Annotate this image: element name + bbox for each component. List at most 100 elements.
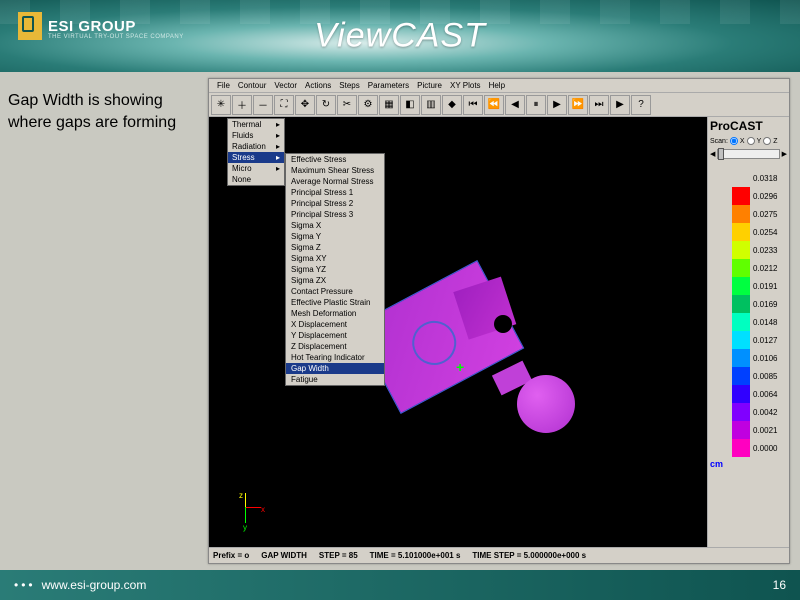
fence-button[interactable]: ▥: [421, 95, 441, 115]
menu-parameters[interactable]: Parameters: [364, 81, 413, 90]
zoom-out-button[interactable]: －: [253, 95, 273, 115]
legend-swatch: [732, 403, 750, 421]
color-button[interactable]: ◆: [442, 95, 462, 115]
legend-row: 0.0296: [710, 187, 787, 205]
part-hole-1: [494, 315, 512, 333]
scan-x-radio[interactable]: [730, 137, 738, 145]
menu-actions[interactable]: Actions: [301, 81, 335, 90]
submenu2-mesh-deformation[interactable]: Mesh Deformation: [286, 308, 384, 319]
menubar[interactable]: FileContourVectorActionsStepsParametersP…: [209, 79, 789, 93]
legend-value: 0.0000: [753, 444, 787, 453]
legend-row: 0.0042: [710, 403, 787, 421]
menu-steps[interactable]: Steps: [335, 81, 363, 90]
scan-z-radio[interactable]: [763, 137, 771, 145]
slider-right-icon[interactable]: ▶: [782, 150, 787, 158]
part-ball: [517, 375, 575, 433]
last-button[interactable]: ⏭: [589, 95, 609, 115]
zoom-in-button[interactable]: ＋: [232, 95, 252, 115]
submenu2-hot-tearing-indicator[interactable]: Hot Tearing Indicator: [286, 352, 384, 363]
clip-button[interactable]: ✂: [337, 95, 357, 115]
footer-url: www.esi-group.com: [14, 578, 146, 592]
submenu2-z-displacement[interactable]: Z Displacement: [286, 341, 384, 352]
legend-value: 0.0212: [753, 264, 787, 273]
prev-button[interactable]: ◀: [505, 95, 525, 115]
submenu2-sigma-y[interactable]: Sigma Y: [286, 231, 384, 242]
submenu1-none[interactable]: None: [228, 174, 284, 185]
menu-help[interactable]: Help: [485, 81, 509, 90]
legend-value: 0.0127: [753, 336, 787, 345]
prev-fast-button[interactable]: ⏪: [484, 95, 504, 115]
scan-slider[interactable]: ◀ ▶: [710, 149, 787, 159]
submenu2-sigma-x[interactable]: Sigma X: [286, 220, 384, 231]
app-brand: ProCAST: [710, 119, 787, 133]
procast-window: FileContourVectorActionsStepsParametersP…: [208, 78, 790, 564]
submenu2-sigma-yz[interactable]: Sigma YZ: [286, 264, 384, 275]
legend-row: 0.0106: [710, 349, 787, 367]
menu-file[interactable]: File: [213, 81, 234, 90]
submenu2-effective-stress[interactable]: Effective Stress: [286, 154, 384, 165]
submenu2-contact-pressure[interactable]: Contact Pressure: [286, 286, 384, 297]
refresh-button[interactable]: ↻: [316, 95, 336, 115]
legend-value: 0.0233: [753, 246, 787, 255]
submenu1-stress[interactable]: Stress▸: [228, 152, 284, 163]
legend-value: 0.0064: [753, 390, 787, 399]
legend-row: 0.0127: [710, 331, 787, 349]
submenu2-fatigue[interactable]: Fatigue: [286, 374, 384, 385]
legend-swatch: [732, 385, 750, 403]
status-time: TIME = 5.101000e+001 s: [370, 551, 461, 560]
submenu1-radiation[interactable]: Radiation▸: [228, 141, 284, 152]
first-button[interactable]: ⏮: [463, 95, 483, 115]
menu-contour[interactable]: Contour: [234, 81, 270, 90]
legend-value: 0.0296: [753, 192, 787, 201]
legend-row: 0.0148: [710, 313, 787, 331]
cut-button[interactable]: ◧: [400, 95, 420, 115]
menu-vector[interactable]: Vector: [270, 81, 301, 90]
submenu2-maximum-shear-stress[interactable]: Maximum Shear Stress: [286, 165, 384, 176]
axis-button[interactable]: ✳: [211, 95, 231, 115]
chevron-right-icon: ▸: [276, 153, 280, 162]
submenu2-effective-plastic-strain[interactable]: Effective Plastic Strain: [286, 297, 384, 308]
submenu2-x-displacement[interactable]: X Displacement: [286, 319, 384, 330]
part-hole-2: [459, 385, 477, 403]
submenu1-thermal[interactable]: Thermal▸: [228, 119, 284, 130]
menu-xy-plots[interactable]: XY Plots: [446, 81, 485, 90]
legend-row: 0.0085: [710, 367, 787, 385]
contour-submenu[interactable]: Thermal▸Fluids▸Radiation▸Stress▸Micro▸No…: [227, 118, 285, 186]
annotation-text: Gap Width is showing where gaps are form…: [8, 90, 198, 133]
next-button[interactable]: ▶: [547, 95, 567, 115]
submenu2-y-displacement[interactable]: Y Displacement: [286, 330, 384, 341]
move-button[interactable]: ✥: [295, 95, 315, 115]
axis-triad: x y z: [227, 489, 267, 529]
submenu1-fluids[interactable]: Fluids▸: [228, 130, 284, 141]
submenu1-micro[interactable]: Micro▸: [228, 163, 284, 174]
help-button[interactable]: ?: [631, 95, 651, 115]
legend-row: 0.0191: [710, 277, 787, 295]
next-fast-button[interactable]: ⏩: [568, 95, 588, 115]
toolbar: ✳＋－⛶✥↻✂⚙▦◧▥◆⏮⏪◀⏸▶⏩⏭▶?: [209, 93, 789, 117]
slider-left-icon[interactable]: ◀: [710, 150, 715, 158]
status-prefix: Prefix = o: [213, 551, 249, 560]
settings-button[interactable]: ⚙: [358, 95, 378, 115]
legend-swatch: [732, 295, 750, 313]
submenu2-principal-stress-1[interactable]: Principal Stress 1: [286, 187, 384, 198]
fit-button[interactable]: ⛶: [274, 95, 294, 115]
legend-swatch: [732, 331, 750, 349]
submenu2-sigma-xy[interactable]: Sigma XY: [286, 253, 384, 264]
legend-swatch: [732, 439, 750, 457]
submenu2-sigma-zx[interactable]: Sigma ZX: [286, 275, 384, 286]
submenu2-principal-stress-3[interactable]: Principal Stress 3: [286, 209, 384, 220]
axis-x-label: x: [261, 505, 265, 514]
scan-y-radio[interactable]: [747, 137, 755, 145]
slide-title: ViewCAST: [314, 17, 486, 56]
palette-button[interactable]: ▦: [379, 95, 399, 115]
legend-max: 0.0318: [710, 169, 787, 187]
submenu2-gap-width[interactable]: Gap Width: [286, 363, 384, 374]
submenu2-sigma-z[interactable]: Sigma Z: [286, 242, 384, 253]
play-button[interactable]: ▶: [610, 95, 630, 115]
submenu2-principal-stress-2[interactable]: Principal Stress 2: [286, 198, 384, 209]
pause-button[interactable]: ⏸: [526, 95, 546, 115]
legend-value: 0.0169: [753, 300, 787, 309]
submenu2-average-normal-stress[interactable]: Average Normal Stress: [286, 176, 384, 187]
stress-submenu[interactable]: Effective StressMaximum Shear StressAver…: [285, 153, 385, 386]
menu-picture[interactable]: Picture: [413, 81, 446, 90]
